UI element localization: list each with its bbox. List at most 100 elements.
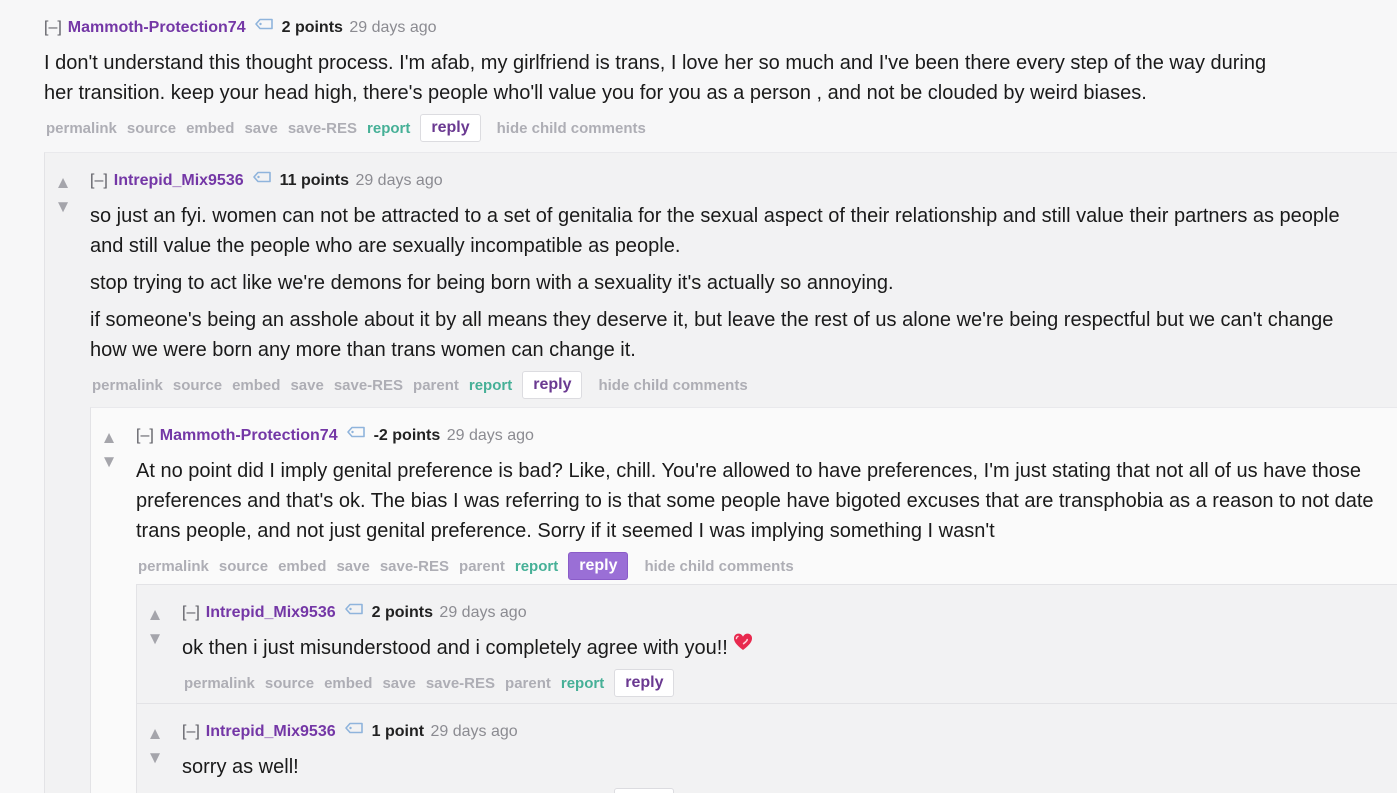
report-link[interactable]: report: [515, 558, 558, 575]
reply-button[interactable]: reply: [614, 669, 675, 697]
author-link[interactable]: Intrepid_Mix9536: [114, 172, 244, 189]
collapse-toggle[interactable]: [–]: [90, 172, 108, 189]
downvote-arrow-icon[interactable]: ▼: [145, 746, 165, 770]
downvote-arrow-icon[interactable]: ▼: [99, 450, 119, 474]
comment: ▲ ▼ [–] Intrepid_Mix9536 2 points 29 days …: [136, 584, 1397, 703]
downvote-arrow-icon[interactable]: ▼: [145, 627, 165, 651]
comment-body: I don't understand this thought process.…: [44, 48, 1274, 108]
reply-button[interactable]: reply: [568, 552, 629, 580]
author-link[interactable]: Mammoth-Protection74: [68, 19, 246, 36]
comment-paragraph: if someone's being an asshole about it b…: [90, 309, 1334, 361]
vote-arrows: ▲ ▼: [145, 603, 165, 651]
parent-link[interactable]: parent: [505, 675, 551, 692]
comment-entry: [–] Intrepid_Mix9536 11 points 29 days ago…: [90, 169, 1340, 401]
comment-paragraph: sorry as well!: [182, 756, 299, 778]
comment: ▲ ▼ [–] Mammoth-Protection74 2 points 29 d…: [0, 0, 1397, 793]
comment-timestamp: 29 days ago: [355, 172, 443, 189]
embed-link[interactable]: embed: [324, 675, 372, 692]
save-res-link[interactable]: save-RES: [426, 675, 495, 692]
comment-body: so just an fyi. women can not be attract…: [90, 201, 1340, 365]
heart-emoji-icon: [732, 631, 754, 662]
comment-actions: permalink source embed save save-RES par…: [90, 369, 1340, 401]
user-tag-icon[interactable]: [254, 14, 274, 38]
comment-paragraph: ok then i just misunderstood and i compl…: [182, 633, 1397, 663]
comment-score: 11 points: [279, 172, 349, 189]
downvote-arrow-icon[interactable]: ▼: [53, 195, 73, 219]
user-tag-icon[interactable]: [252, 167, 272, 191]
comment-tagline: [–] Intrepid_Mix9536 11 points 29 days ago: [90, 169, 1340, 193]
reply-button[interactable]: reply: [522, 371, 583, 399]
report-link[interactable]: report: [469, 377, 512, 394]
hide-child-comments-link[interactable]: hide child comments: [644, 558, 793, 575]
author-link[interactable]: Intrepid_Mix9536: [206, 604, 336, 621]
comment-paragraph: I don't understand this thought process.…: [44, 52, 1267, 104]
save-link[interactable]: save: [382, 675, 415, 692]
reply-button[interactable]: reply: [614, 788, 675, 793]
comment-actions: permalink source embed save save-RES par…: [182, 667, 1397, 699]
collapse-toggle[interactable]: [–]: [182, 604, 200, 621]
comment-paragraph: stop trying to act like we're demons for…: [90, 272, 894, 294]
comment-score: -2 points: [373, 427, 441, 444]
author-link[interactable]: Intrepid_Mix9536: [206, 723, 336, 740]
vote-arrows: ▲ ▼: [99, 426, 119, 474]
collapse-toggle[interactable]: [–]: [136, 427, 154, 444]
save-link[interactable]: save: [244, 120, 277, 137]
save-link[interactable]: save: [290, 377, 323, 394]
hide-child-comments-link[interactable]: hide child comments: [598, 377, 747, 394]
comment-tagline: [–] Mammoth-Protection74 -2 points 29 days…: [136, 424, 1386, 448]
comment-actions: permalink source embed save save-RES par…: [182, 786, 1397, 793]
vote-arrows: ▲ ▼: [145, 722, 165, 770]
comment-timestamp: 29 days ago: [446, 427, 534, 444]
comment: ▲ ▼ [–] Intrepid_Mix9536 11 points 29 days…: [44, 152, 1397, 793]
save-res-link[interactable]: save-RES: [380, 558, 449, 575]
comment-body: sorry as well!: [182, 752, 1397, 782]
comment-score: 1 point: [371, 723, 425, 740]
upvote-arrow-icon[interactable]: ▲: [145, 722, 165, 746]
comment-tagline: [–] Intrepid_Mix9536 2 points 29 days ago: [182, 601, 1397, 625]
user-tag-icon[interactable]: [346, 422, 366, 446]
comment-entry: [–] Intrepid_Mix9536 1 point 29 days ago s…: [182, 720, 1397, 793]
source-link[interactable]: source: [127, 120, 176, 137]
comment-entry: [–] Intrepid_Mix9536 2 points 29 days ago …: [182, 601, 1397, 699]
upvote-arrow-icon[interactable]: ▲: [145, 603, 165, 627]
collapse-toggle[interactable]: [–]: [182, 723, 200, 740]
save-res-link[interactable]: save-RES: [334, 377, 403, 394]
save-res-link[interactable]: save-RES: [288, 120, 357, 137]
report-link[interactable]: report: [561, 675, 604, 692]
comment-actions: permalink source embed save save-RES rep…: [44, 112, 1274, 144]
parent-link[interactable]: parent: [459, 558, 505, 575]
save-link[interactable]: save: [336, 558, 369, 575]
comment: ▲ ▼ [–] Intrepid_Mix9536 1 point 29 days a…: [136, 703, 1397, 793]
source-link[interactable]: source: [173, 377, 222, 394]
user-tag-icon[interactable]: [344, 718, 364, 742]
embed-link[interactable]: embed: [232, 377, 280, 394]
report-link[interactable]: report: [367, 120, 410, 137]
embed-link[interactable]: embed: [278, 558, 326, 575]
permalink-link[interactable]: permalink: [138, 558, 209, 575]
comment-body: At no point did I imply genital preferen…: [136, 456, 1386, 546]
comment: ▲ ▼ [–] Mammoth-Protection74 -2 points 29 …: [90, 407, 1397, 793]
comment-thread: ▲ ▼ [–] Mammoth-Protection74 2 points 29 d…: [0, 0, 1397, 793]
comment-timestamp: 29 days ago: [430, 723, 518, 740]
hide-child-comments-link[interactable]: hide child comments: [497, 120, 646, 137]
comment-actions: permalink source embed save save-RES par…: [136, 550, 1386, 582]
vote-arrows: ▲ ▼: [53, 171, 73, 219]
parent-link[interactable]: parent: [413, 377, 459, 394]
reply-button[interactable]: reply: [420, 114, 481, 142]
comment-tagline: [–] Mammoth-Protection74 2 points 29 days …: [44, 16, 1274, 40]
comment-paragraph: At no point did I imply genital preferen…: [136, 460, 1374, 542]
permalink-link[interactable]: permalink: [46, 120, 117, 137]
comment-timestamp: 29 days ago: [349, 19, 437, 36]
user-tag-icon[interactable]: [344, 599, 364, 623]
permalink-link[interactable]: permalink: [92, 377, 163, 394]
comment-entry: [–] Mammoth-Protection74 -2 points 29 days…: [136, 424, 1386, 582]
comment-entry: [–] Mammoth-Protection74 2 points 29 days …: [44, 16, 1274, 144]
author-link[interactable]: Mammoth-Protection74: [160, 427, 338, 444]
permalink-link[interactable]: permalink: [184, 675, 255, 692]
embed-link[interactable]: embed: [186, 120, 234, 137]
upvote-arrow-icon[interactable]: ▲: [99, 426, 119, 450]
upvote-arrow-icon[interactable]: ▲: [53, 171, 73, 195]
collapse-toggle[interactable]: [–]: [44, 19, 62, 36]
source-link[interactable]: source: [265, 675, 314, 692]
source-link[interactable]: source: [219, 558, 268, 575]
